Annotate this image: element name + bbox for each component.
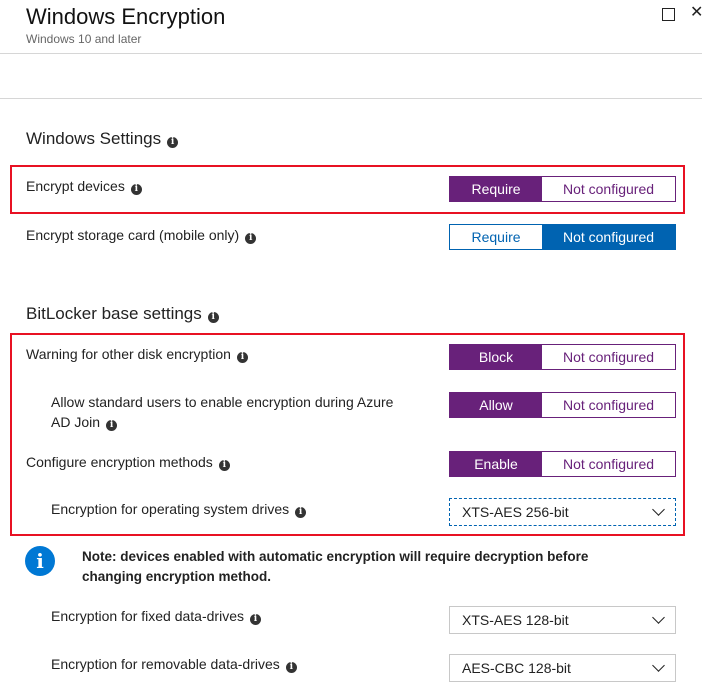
- allow-standard-users-label-line2: AD Join: [51, 414, 101, 430]
- blade-title: Windows Encryption: [26, 4, 226, 29]
- fixed-drives-dropdown[interactable]: XTS-AES 128-bit: [449, 606, 676, 634]
- chevron-down-icon: [652, 503, 665, 516]
- removable-drives-dropdown[interactable]: AES-CBC 128-bit: [449, 654, 676, 682]
- info-icon[interactable]: i: [218, 460, 230, 471]
- chevron-down-icon: [652, 659, 665, 672]
- close-icon[interactable]: ✕: [690, 5, 702, 21]
- fixed-drives-label: Encryption for fixed data-drives i: [51, 606, 261, 626]
- configure-methods-not-configured-option[interactable]: Not configured: [542, 452, 675, 476]
- info-icon[interactable]: i: [130, 184, 142, 195]
- fixed-drives-dropdown-value: XTS-AES 128-bit: [462, 612, 569, 628]
- bitlocker-heading-text: BitLocker base settings: [26, 304, 202, 323]
- maximize-icon[interactable]: [662, 8, 675, 21]
- os-drives-dropdown[interactable]: XTS-AES 256-bit: [449, 498, 676, 526]
- encryption-note-line2: changing encryption method.: [82, 569, 272, 584]
- warning-other-disk-label-text: Warning for other disk encryption: [26, 346, 231, 362]
- encrypt-storage-card-label-text: Encrypt storage card (mobile only): [26, 227, 240, 243]
- chevron-down-icon: [652, 611, 665, 624]
- info-icon[interactable]: i: [207, 312, 219, 323]
- windows-settings-heading: Windows Settings i: [26, 129, 179, 149]
- os-drives-label: Encryption for operating system drives i: [51, 499, 307, 519]
- encrypt-devices-label: Encrypt devices i: [26, 176, 142, 196]
- header-divider: [0, 53, 702, 54]
- toolbar-divider: [0, 98, 702, 99]
- allow-standard-users-not-configured-option[interactable]: Not configured: [542, 393, 675, 417]
- allow-standard-users-label: Allow standard users to enable encryptio…: [51, 392, 431, 432]
- encrypt-devices-toggle[interactable]: Require Not configured: [449, 176, 676, 202]
- encrypt-storage-card-toggle[interactable]: Require Not configured: [449, 224, 676, 250]
- info-icon[interactable]: i: [285, 662, 297, 673]
- blade-subtitle: Windows 10 and later: [26, 32, 142, 46]
- encryption-note-line1: Note: devices enabled with automatic enc…: [82, 549, 589, 564]
- configure-methods-toggle[interactable]: Enable Not configured: [449, 451, 676, 477]
- configure-methods-label: Configure encryption methods i: [26, 452, 230, 472]
- warning-other-disk-label: Warning for other disk encryption i: [26, 344, 248, 364]
- os-drives-dropdown-value: XTS-AES 256-bit: [462, 504, 569, 520]
- warning-other-disk-block-option[interactable]: Block: [450, 345, 542, 369]
- configure-methods-enable-option[interactable]: Enable: [450, 452, 542, 476]
- info-icon[interactable]: i: [167, 137, 179, 148]
- fixed-drives-label-text: Encryption for fixed data-drives: [51, 608, 244, 624]
- encrypt-devices-not-configured-option[interactable]: Not configured: [542, 177, 675, 201]
- info-icon[interactable]: i: [249, 614, 261, 625]
- encrypt-storage-card-not-configured-option[interactable]: Not configured: [542, 225, 675, 249]
- windows-settings-heading-text: Windows Settings: [26, 129, 162, 148]
- encrypt-devices-label-text: Encrypt devices: [26, 178, 125, 194]
- allow-standard-users-allow-option[interactable]: Allow: [450, 393, 542, 417]
- info-icon[interactable]: i: [245, 233, 257, 244]
- removable-drives-label-text: Encryption for removable data-drives: [51, 656, 280, 672]
- bitlocker-heading: BitLocker base settings i: [26, 304, 219, 324]
- warning-other-disk-not-configured-option[interactable]: Not configured: [542, 345, 675, 369]
- encrypt-devices-require-option[interactable]: Require: [450, 177, 542, 201]
- configure-methods-label-text: Configure encryption methods: [26, 454, 213, 470]
- info-icon[interactable]: i: [295, 507, 307, 518]
- encrypt-storage-card-label: Encrypt storage card (mobile only) i: [26, 225, 257, 245]
- warning-other-disk-toggle[interactable]: Block Not configured: [449, 344, 676, 370]
- removable-drives-dropdown-value: AES-CBC 128-bit: [462, 660, 571, 676]
- encrypt-storage-card-require-option[interactable]: Require: [450, 225, 542, 249]
- allow-standard-users-toggle[interactable]: Allow Not configured: [449, 392, 676, 418]
- os-drives-label-text: Encryption for operating system drives: [51, 501, 290, 517]
- info-icon[interactable]: i: [106, 420, 118, 431]
- info-icon[interactable]: i: [236, 352, 248, 363]
- removable-drives-label: Encryption for removable data-drives i: [51, 654, 297, 674]
- encryption-note: Note: devices enabled with automatic enc…: [82, 547, 682, 587]
- info-circle-icon: i: [25, 546, 55, 576]
- allow-standard-users-label-line1: Allow standard users to enable encryptio…: [51, 394, 394, 410]
